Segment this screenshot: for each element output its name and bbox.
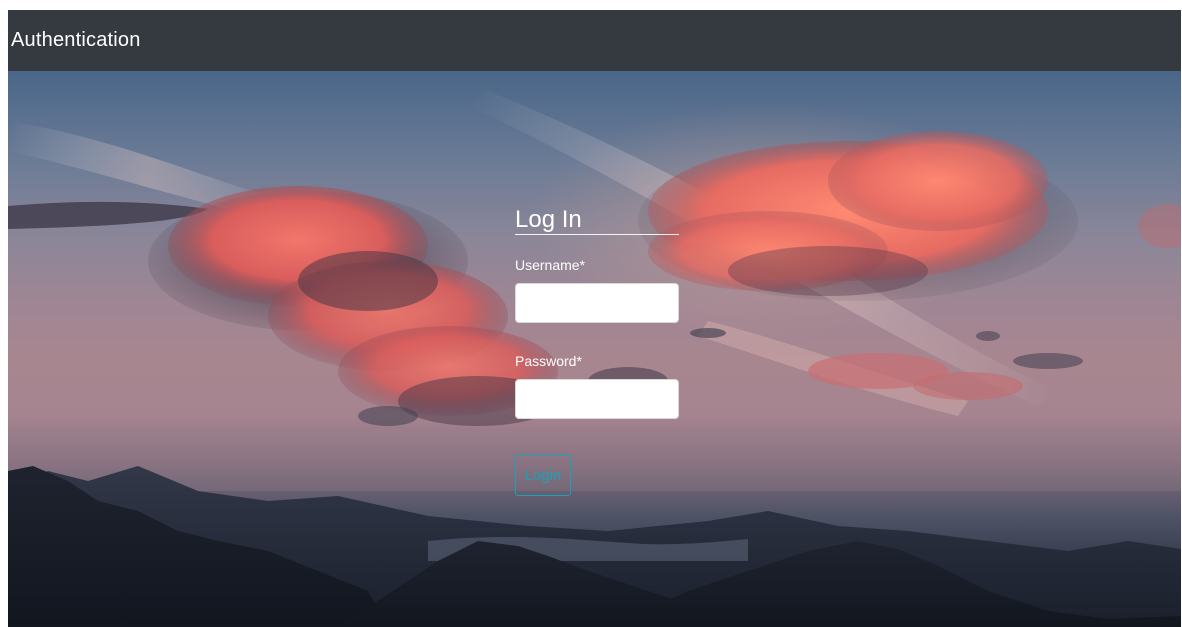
login-button[interactable]: Login xyxy=(515,454,571,496)
login-form: Log In Username* Password* Login xyxy=(515,206,681,496)
password-label: Password* xyxy=(515,353,582,369)
password-input[interactable] xyxy=(515,379,679,419)
top-navbar: Authentication xyxy=(8,10,1181,71)
username-label: Username* xyxy=(515,257,586,273)
app-title[interactable]: Authentication xyxy=(11,29,141,52)
browser-window: Authentication Log In Username* Password… xyxy=(8,10,1181,627)
login-heading: Log In xyxy=(515,206,679,235)
username-input[interactable] xyxy=(515,283,679,323)
